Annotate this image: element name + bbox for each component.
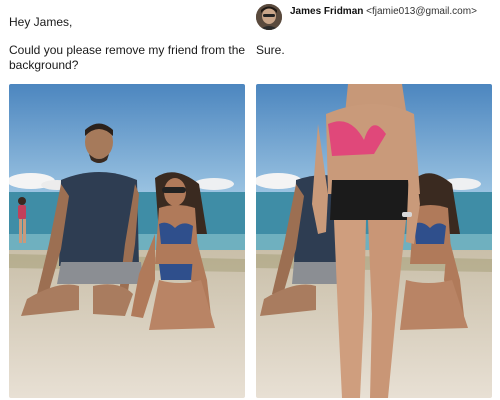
cloud <box>194 178 234 190</box>
sender-name[interactable]: James Fridman <box>290 6 363 17</box>
profile-icon <box>256 4 282 30</box>
sender-email[interactable]: <fjamie013@gmail.com> <box>366 6 477 17</box>
edited-beach-photo <box>256 84 492 398</box>
request-post: Hey James, Could you please remove my fr… <box>0 0 250 400</box>
request-text: Could you please remove my friend from t… <box>9 43 246 72</box>
reply-post: James Fridman <fjamie013@gmail.com> Sure… <box>250 0 500 400</box>
original-beach-photo <box>9 84 245 398</box>
original-photo-illustration <box>9 84 245 398</box>
cloud <box>256 173 302 189</box>
reply-text: Sure. <box>256 43 285 57</box>
sender-line: James Fridman <fjamie013@gmail.com> <box>290 6 477 18</box>
greeting-text: Hey James, <box>9 15 73 29</box>
avatar[interactable] <box>256 4 282 30</box>
edited-photo-illustration <box>256 84 492 398</box>
